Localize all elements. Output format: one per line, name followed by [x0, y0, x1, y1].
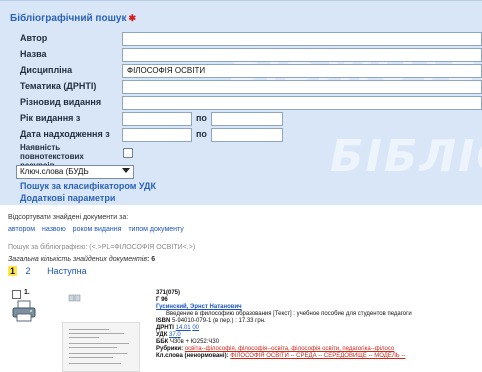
received-to-input[interactable]: [211, 128, 283, 142]
discipline-label: Дисципліна: [20, 65, 73, 75]
year-label: Рік видання з: [20, 113, 81, 123]
received-to-label: по: [196, 129, 207, 139]
panel-title: Бібліографічний пошук ✱: [10, 13, 137, 24]
sort-label: Відсортувати знайдені документи за:: [8, 214, 129, 221]
sort-by-author[interactable]: автором: [8, 226, 35, 233]
udk-link[interactable]: 37.0: [169, 332, 181, 338]
title-input[interactable]: [122, 48, 482, 62]
book-icon: [68, 294, 81, 302]
received-from-input[interactable]: [122, 128, 192, 142]
edition-type-row: Різновид видання: [6, 96, 482, 111]
author-input[interactable]: [122, 32, 482, 46]
next-page-link[interactable]: Наступна: [47, 266, 87, 276]
sort-by-doctype[interactable]: типом документу: [128, 226, 183, 233]
sort-by-title[interactable]: назвою: [42, 226, 66, 233]
page-1[interactable]: 1: [8, 266, 18, 276]
sort-options: автором назвою роком видання типом докум…: [8, 226, 189, 233]
rubrics-links[interactable]: освіта--філософія, філософія--освіта, фі…: [185, 346, 395, 352]
star-icon: ✱: [128, 13, 137, 23]
subject-row: Тематика (ДРНТІ): [6, 80, 482, 95]
record-rubrics: Рубрики: освіта--філософія, філософія--о…: [156, 346, 395, 352]
drnti-extra-link[interactable]: 00: [192, 325, 199, 331]
total-count: Загальна кількість знайдених документів:…: [8, 256, 156, 263]
record-isbn: ISBN 5-94010-079-1 (в пер.) : 17.33 грн.: [156, 318, 266, 324]
year-from-input[interactable]: [122, 112, 192, 126]
title-row: Назва: [6, 48, 482, 63]
record-udk: УДК 37.0: [156, 332, 181, 338]
record-description: Введение в философию образования [Текст]…: [166, 311, 412, 317]
author-label: Автор: [20, 33, 48, 43]
year-to-label: по: [196, 113, 207, 123]
record-code: 371(075): [156, 290, 181, 296]
edition-type-input[interactable]: [122, 96, 482, 110]
year-to-input[interactable]: [211, 112, 283, 126]
printer-icon[interactable]: [12, 300, 36, 322]
record-checkbox[interactable]: [12, 290, 21, 299]
record-drnti: ДРНТІ 14.01 00: [156, 325, 199, 331]
record-keywords: Кл.слова (ненормовані): ФІЛОСОФІЯ ОСВІТИ…: [156, 353, 406, 359]
record-author[interactable]: Гусинский, Эрнст Натанович: [156, 304, 242, 310]
edition-type-label: Різновид видання: [20, 97, 102, 107]
subject-label: Тематика (ДРНТІ): [20, 81, 97, 91]
subject-input[interactable]: [122, 80, 482, 94]
extra-params-link[interactable]: Додаткові параметри: [20, 193, 115, 203]
title-label: Назва: [20, 49, 47, 59]
drnti-link[interactable]: 14.01: [176, 325, 191, 331]
discipline-input[interactable]: ФІЛОСОФІЯ ОСВІТИ: [122, 64, 482, 78]
udk-search-link[interactable]: Пошук за класифікатором УДК: [20, 181, 156, 191]
keyword-select[interactable]: Ключ.слова (БУДЬ: [16, 165, 134, 179]
sort-by-year[interactable]: роком видання: [73, 226, 122, 233]
fulltext-checkbox[interactable]: [123, 148, 133, 158]
record-shelf: Г 96: [156, 297, 168, 303]
page-2[interactable]: 2: [26, 266, 31, 276]
record-bbk: ББК Ч30в + Ю252:Ч30: [156, 339, 220, 345]
search-panel: БІБЛІОТЕКА БІБЛІОТЕКА Бібліографічний по…: [0, 0, 482, 205]
author-row: Автор: [6, 32, 482, 47]
pager: 1 2 Наступна: [8, 266, 87, 276]
received-label: Дата надходження з: [20, 129, 110, 139]
discipline-row: Дисципліна ФІЛОСОФІЯ ОСВІТИ: [6, 64, 482, 79]
chevron-down-icon: [122, 168, 130, 173]
record-number: 1.: [24, 289, 30, 296]
search-query: Пошук за бібліографією: (<.>PL=ФІЛОСОФІЯ…: [8, 244, 196, 251]
keyword-links[interactable]: ФІЛОСОФІЯ ОСВІТИ -- СРЕДА -- СЕРЕДОВИЩЕ …: [230, 353, 405, 359]
